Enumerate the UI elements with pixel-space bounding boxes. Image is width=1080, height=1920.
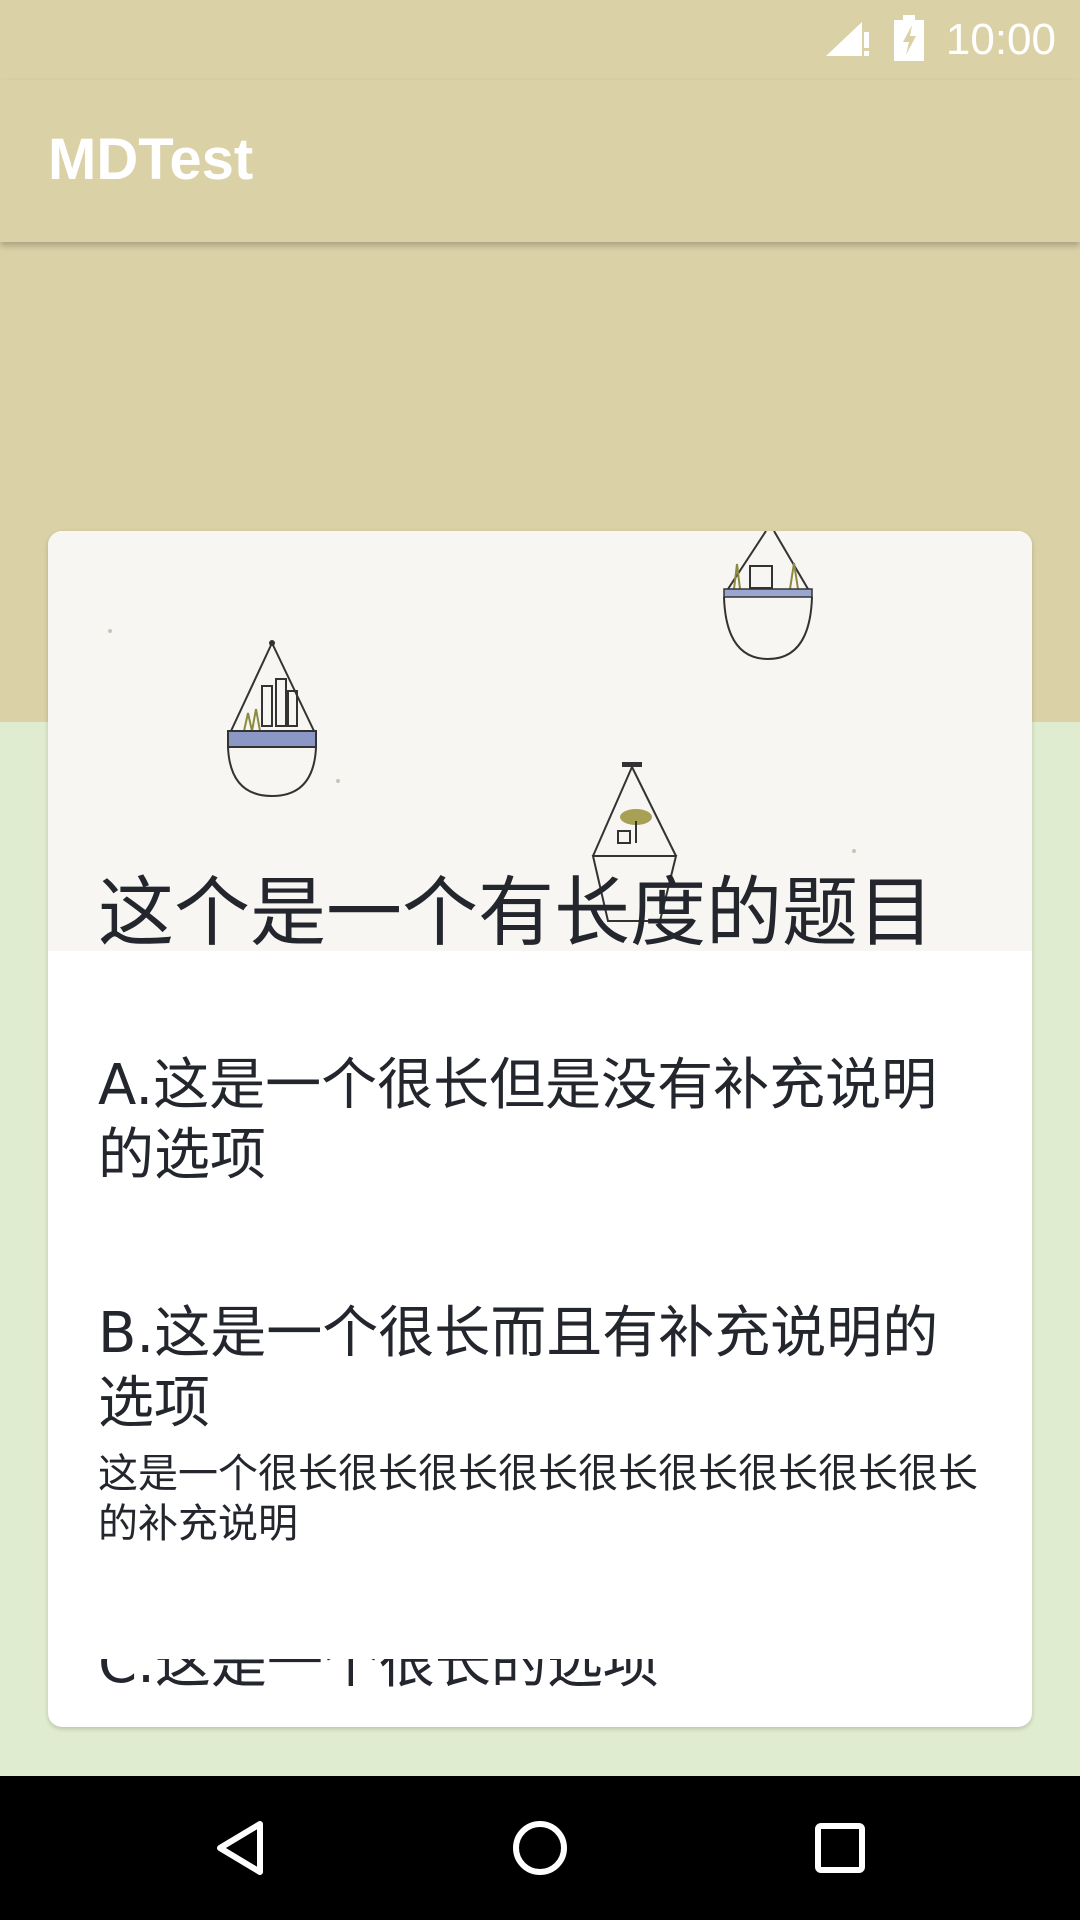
- home-icon: [513, 1821, 567, 1875]
- option-c[interactable]: C.这是一个很长的选项: [98, 1659, 978, 1695]
- question-card: 这个是一个有长度的题目 A.这是一个很长但是没有补充说明的选项 B.这是一个很长…: [48, 531, 1032, 1727]
- recents-icon: [815, 1823, 865, 1873]
- app-bar: MDTest: [0, 80, 1080, 242]
- back-icon: [217, 1821, 263, 1875]
- option-description: 这是一个很长很长很长很长很长很长很长很长很长的补充说明: [98, 1451, 978, 1547]
- option-text: B.这是一个很长而且有补充说明的选项: [98, 1301, 939, 1436]
- home-button[interactable]: [504, 1812, 576, 1884]
- status-icons: 10:00: [825, 14, 1056, 66]
- status-bar: 10:00: [0, 0, 1080, 80]
- question-title: 这个是一个有长度的题目: [98, 868, 934, 957]
- option-a[interactable]: A.这是一个很长但是没有补充说明的选项: [98, 1051, 978, 1191]
- options-list: A.这是一个很长但是没有补充说明的选项 B.这是一个很长而且有补充说明的选项 这…: [98, 1051, 978, 1695]
- signal-no-data-icon: [825, 20, 872, 60]
- back-button[interactable]: [204, 1812, 276, 1884]
- navigation-bar: [0, 1776, 1080, 1920]
- card-header-image: 这个是一个有长度的题目: [48, 531, 1032, 957]
- option-text: A.这是一个很长但是没有补充说明的选项: [98, 1053, 938, 1188]
- battery-charging-icon: [893, 15, 924, 65]
- option-text: C.这是一个很长的选项: [98, 1659, 659, 1695]
- option-b[interactable]: B.这是一个很长而且有补充说明的选项 这是一个很长很长很长很长很长很长很长很长很…: [98, 1299, 978, 1549]
- app-title: MDTest: [48, 127, 254, 192]
- recents-button[interactable]: [804, 1812, 876, 1884]
- status-time: 10:00: [945, 15, 1056, 64]
